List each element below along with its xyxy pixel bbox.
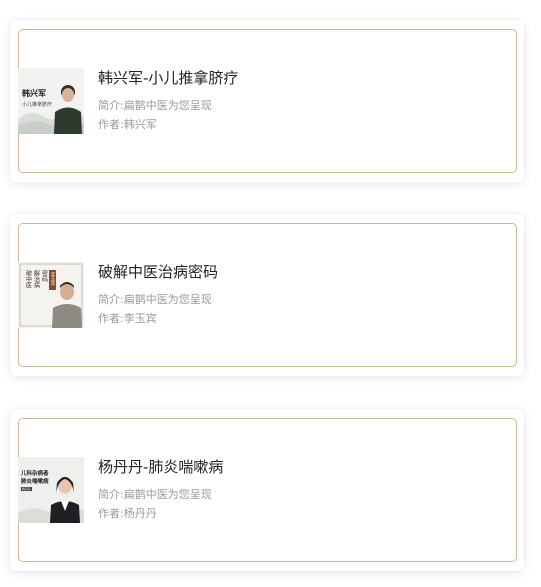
- card-frame: [18, 418, 517, 562]
- course-intro: 简介:扁鹊中医为您呈现: [98, 488, 212, 501]
- thumbnail-col: 密码: [41, 269, 48, 283]
- course-author: 作者:李玉宾: [98, 312, 157, 325]
- course-author: 作者:杨丹丹: [98, 507, 157, 520]
- course-card[interactable]: 韩兴军 小儿推拿脐疗 韩兴军-小儿推拿脐疗 简介:扁鹊中医为您呈现 作者:韩兴军: [10, 20, 524, 182]
- course-info: 杨丹丹-肺炎喘嗽病 简介:扁鹊中医为您呈现 作者:杨丹丹: [98, 457, 223, 523]
- thumbnail-col: 解治病: [33, 269, 40, 289]
- course-info: 破解中医治病密码 简介:扁鹊中医为您呈现 作者:李玉宾: [98, 262, 218, 328]
- thumbnail-line: 儿科杂病者: [20, 469, 49, 477]
- card-frame: [18, 223, 517, 367]
- course-intro: 简介:扁鹊中医为您呈现: [98, 99, 212, 112]
- course-thumbnail: 儿科杂病者 肺炎喘嗽病 杨丹丹: [18, 457, 84, 523]
- course-card[interactable]: 儿科杂病者 肺炎喘嗽病 杨丹丹 杨丹丹-肺炎喘嗽病 简介:扁鹊中医为您呈现 作者…: [10, 409, 524, 571]
- course-thumbnail: 破中医 解治病 密码 李玉宾: [18, 262, 84, 328]
- thumbnail-title: 韩兴军: [22, 88, 46, 98]
- course-card[interactable]: 破中医 解治病 密码 李玉宾 破解中医治病密码 简介:扁鹊中医为您呈现 作者:李…: [10, 214, 524, 376]
- course-title[interactable]: 韩兴军-小儿推拿脐疗: [98, 68, 238, 88]
- course-info: 韩兴军-小儿推拿脐疗 简介:扁鹊中医为您呈现 作者:韩兴军: [98, 68, 238, 134]
- thumbnail-line: 肺炎喘嗽病: [21, 477, 49, 485]
- thumbnail-subtitle: 小儿推拿脐疗: [22, 101, 52, 108]
- course-author: 作者:韩兴军: [98, 118, 157, 131]
- thumbnail-col: 破中医: [25, 269, 32, 288]
- course-intro: 简介:扁鹊中医为您呈现: [98, 293, 212, 306]
- thumbnail-name: 杨丹丹: [22, 486, 31, 491]
- course-thumbnail: 韩兴军 小儿推拿脐疗: [18, 68, 84, 134]
- thumbnail-seal: 李玉宾: [50, 271, 55, 287]
- card-frame: [18, 29, 517, 173]
- course-title[interactable]: 杨丹丹-肺炎喘嗽病: [98, 457, 223, 477]
- course-title[interactable]: 破解中医治病密码: [98, 262, 218, 282]
